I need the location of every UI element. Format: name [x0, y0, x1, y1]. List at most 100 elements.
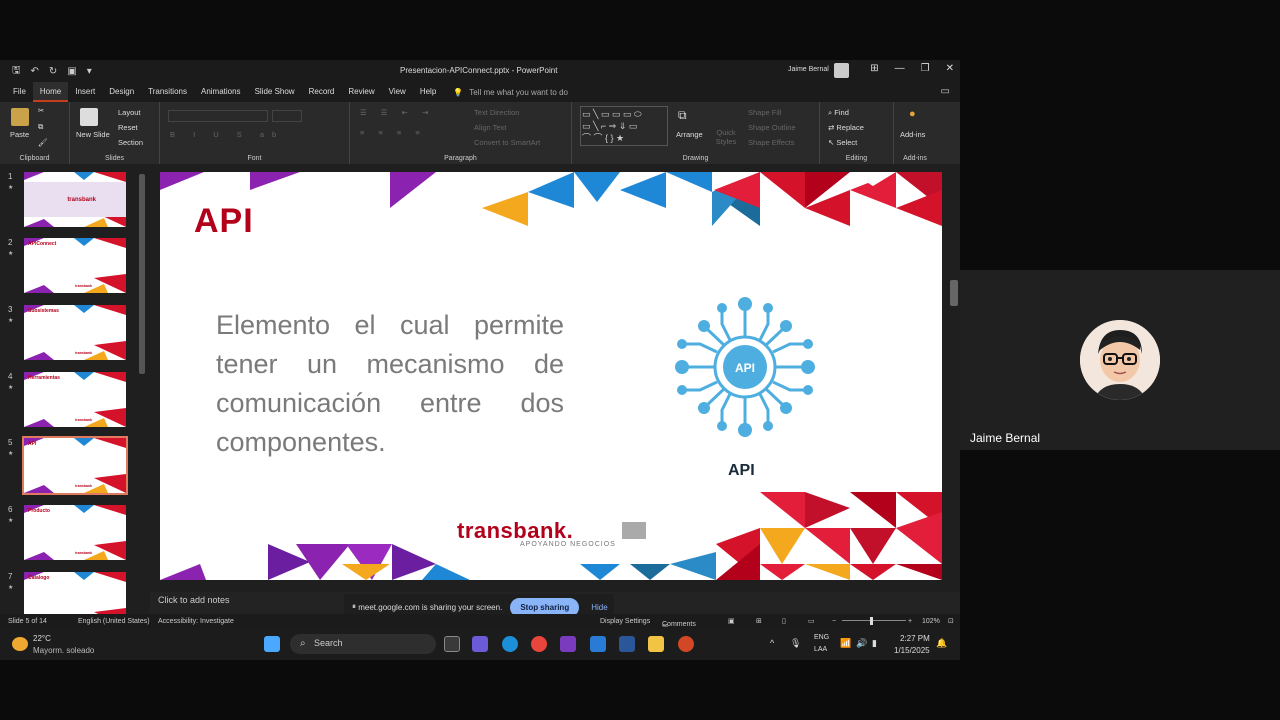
copy-icon[interactable]: ⧉	[38, 122, 43, 132]
slide-sorter-icon[interactable]: ⊞	[756, 617, 762, 625]
tab-record[interactable]: Record	[302, 82, 342, 102]
new-slide-icon[interactable]	[80, 108, 98, 126]
input-lang-1[interactable]: ENG	[814, 634, 829, 641]
tab-slide-show[interactable]: Slide Show	[248, 82, 302, 102]
tab-view[interactable]: View	[382, 82, 413, 102]
font-size-box[interactable]	[272, 110, 302, 122]
tab-help[interactable]: Help	[413, 82, 443, 102]
format-painter-icon[interactable]: 🖌	[38, 138, 48, 147]
file-explorer-icon[interactable]	[648, 636, 664, 652]
powerpoint-icon[interactable]	[678, 636, 694, 652]
volume-icon[interactable]: 🔊	[856, 638, 867, 649]
microphone-icon[interactable]: 🎙	[790, 638, 801, 649]
close-icon[interactable]: ✕	[946, 63, 954, 74]
shape-effects-button[interactable]: Shape Effects	[748, 138, 795, 147]
display-settings-button[interactable]: Display Settings	[600, 618, 650, 625]
thumbnails-scroll-thumb[interactable]	[139, 174, 145, 374]
ribbon-display-icon[interactable]: ⊞	[870, 63, 878, 74]
tab-review[interactable]: Review	[341, 82, 381, 102]
zoom-slider-thumb[interactable]	[870, 617, 873, 625]
tray-chevron-icon[interactable]: ^	[770, 638, 774, 648]
select-button[interactable]: ↖ Select	[828, 138, 857, 147]
addins-icon[interactable]: ●	[909, 108, 916, 120]
text-direction-button[interactable]: Text Direction	[474, 108, 519, 117]
api-icon-caption[interactable]: API	[728, 462, 755, 480]
align-text-button[interactable]: Align Text	[474, 123, 506, 132]
clock-date[interactable]: 1/15/2025	[894, 646, 930, 655]
accessibility-status[interactable]: Accessibility: Investigate	[158, 618, 234, 625]
tell-me-search[interactable]: 💡 Tell me what you want to do	[453, 88, 568, 97]
vscode-icon[interactable]	[590, 636, 606, 652]
zoom-out-icon[interactable]: −	[832, 618, 836, 625]
battery-icon[interactable]: ▮	[872, 638, 877, 649]
layout-button[interactable]: Layout	[118, 108, 141, 117]
weather-temp[interactable]: 22°C	[33, 634, 51, 643]
account-avatar[interactable]	[834, 63, 849, 78]
comments-icon[interactable]: ▭	[941, 86, 950, 97]
tab-animations[interactable]: Animations	[194, 82, 248, 102]
slide-thumbnail[interactable]: APIConnect transbank	[24, 238, 126, 293]
tab-insert[interactable]: Insert	[68, 82, 102, 102]
font-name-box[interactable]	[168, 110, 268, 122]
fit-slide-icon[interactable]: ⊡	[948, 617, 954, 625]
start-icon[interactable]	[264, 636, 280, 652]
undo-icon[interactable]: ↶	[31, 66, 39, 77]
reading-view-icon[interactable]: ▯	[782, 617, 786, 625]
edge-icon[interactable]	[502, 636, 518, 652]
account-name[interactable]: Jaime Bernal	[788, 66, 829, 73]
slide-scrollbar[interactable]	[948, 166, 960, 612]
smartart-button[interactable]: Convert to SmartArt	[474, 138, 540, 147]
shapes-gallery[interactable]: ▭ ╲ ▭ ▭ ▭ ⬭ ▭ ╲ ⌐ ⇒ ⇓ ▭ ⌒ ⌒ { } ★	[580, 106, 668, 146]
cut-icon[interactable]: ✂	[38, 106, 44, 115]
slide-thumbnail[interactable]: API transbank	[22, 436, 128, 495]
hide-banner-link[interactable]: Hide	[591, 603, 607, 612]
customize-icon[interactable]: ▾	[87, 66, 92, 77]
copilot-icon[interactable]	[472, 636, 488, 652]
slide-body-text[interactable]: Elemento el cual permite tener un mecani…	[216, 306, 564, 462]
minimize-icon[interactable]: —	[895, 63, 905, 74]
task-view-icon[interactable]	[444, 636, 460, 652]
thumbnails-scrollbar[interactable]	[138, 168, 146, 613]
app-icon[interactable]	[560, 636, 576, 652]
slide-scroll-thumb[interactable]	[950, 280, 958, 306]
normal-view-icon[interactable]: ▣	[728, 617, 735, 625]
shape-fill-button[interactable]: Shape Fill	[748, 108, 781, 117]
replace-button[interactable]: ⇄ Replace	[828, 123, 864, 132]
slide-canvas[interactable]: API Elemento el cual permite tener un me…	[160, 172, 942, 580]
addins-button[interactable]: Add-ins	[900, 130, 925, 139]
tab-file[interactable]: File	[6, 82, 33, 102]
slideshow-icon[interactable]: ▭	[808, 617, 815, 625]
reset-button[interactable]: Reset	[118, 123, 138, 132]
find-button[interactable]: ⌕ Find	[828, 108, 849, 118]
font-format-buttons[interactable]: B I U S ab	[170, 130, 284, 139]
clock-time[interactable]: 2:27 PM	[900, 634, 930, 643]
weather-icon[interactable]	[12, 637, 28, 651]
notifications-icon[interactable]: 🔔	[936, 638, 947, 649]
tab-design[interactable]: Design	[102, 82, 141, 102]
api-network-icon[interactable]: API	[670, 292, 820, 442]
slide-title[interactable]: API	[194, 202, 254, 241]
weather-desc[interactable]: Mayorm. soleado	[33, 646, 94, 655]
present-icon[interactable]: ▣	[67, 66, 76, 77]
section-button[interactable]: Section	[118, 138, 143, 147]
shape-outline-button[interactable]: Shape Outline	[748, 123, 796, 132]
paste-button[interactable]: Paste	[10, 130, 29, 139]
arrange-button[interactable]: Arrange	[676, 130, 703, 139]
chrome-icon[interactable]	[531, 636, 547, 652]
input-lang-2[interactable]: LAA	[814, 646, 827, 653]
zoom-slider[interactable]	[842, 620, 906, 621]
tab-transitions[interactable]: Transitions	[141, 82, 194, 102]
wifi-icon[interactable]: 📶	[840, 638, 851, 649]
quick-styles-button[interactable]: Quick Styles	[712, 128, 740, 146]
redo-icon[interactable]: ↻	[49, 66, 57, 77]
word-icon[interactable]	[619, 636, 635, 652]
zoom-level[interactable]: 102%	[922, 618, 940, 625]
restore-icon[interactable]: ❐	[921, 63, 930, 74]
arrange-icon[interactable]: ⧉	[678, 108, 687, 123]
participant-tile[interactable]: Jaime Bernal	[960, 270, 1280, 450]
tab-home[interactable]: Home	[32, 82, 69, 102]
paste-icon[interactable]	[11, 108, 29, 126]
taskbar-search[interactable]: Search	[290, 634, 436, 654]
new-slide-button[interactable]: New Slide	[76, 130, 110, 139]
align-buttons[interactable]: ≡ ≡ ≡ ≡	[360, 128, 426, 137]
